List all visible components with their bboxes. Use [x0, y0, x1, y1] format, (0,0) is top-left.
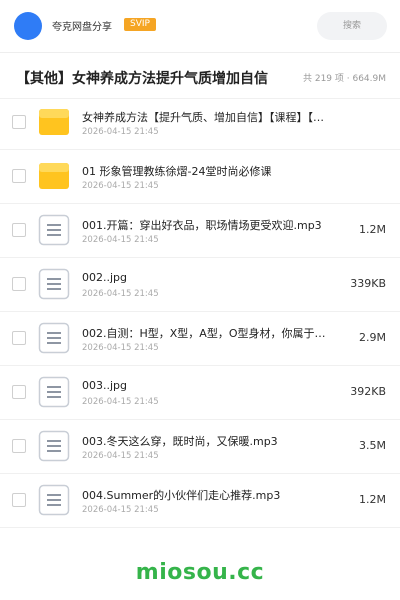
list-item[interactable]: 女神养成方法【提升气质、增加自信】【课程】【音频】 2026-04-15 21:…: [0, 96, 400, 150]
file-date: 2026-04-15 21:45: [82, 451, 159, 461]
file-list: 女神养成方法【提升气质、增加自信】【课程】【音频】 2026-04-15 21:…: [0, 96, 400, 528]
search-button[interactable]: 搜索: [317, 12, 387, 40]
list-item[interactable]: 001.开篇：穿出好衣品，职场情场更受欢迎.mp3 2026-04-15 21:…: [0, 204, 400, 258]
svip-badge: SVIP: [124, 18, 156, 31]
list-item[interactable]: 002.自测：H型，X型，A型，O型身材，你属于哪… 2026-04-15 21…: [0, 312, 400, 366]
select-checkbox[interactable]: [12, 277, 26, 291]
brand-name: 夸克网盘分享: [52, 22, 112, 33]
file-name: 001.开篇：穿出好衣品，职场情场更受欢迎.mp3: [82, 219, 322, 232]
list-item[interactable]: 003..jpg 2026-04-15 21:45 392KB: [0, 366, 400, 420]
select-checkbox[interactable]: [12, 385, 26, 399]
file-summary: 共 219 项 · 664.9M: [302, 74, 386, 84]
file-size: 1.2M: [359, 223, 386, 236]
select-checkbox[interactable]: [12, 331, 26, 345]
file-name: 女神养成方法【提升气质、增加自信】【课程】【音频】: [82, 111, 332, 124]
file-name: 002.自测：H型，X型，A型，O型身材，你属于哪…: [82, 327, 332, 340]
file-date: 2026-04-15 21:45: [82, 397, 159, 407]
file-date: 2026-04-15 21:45: [82, 127, 159, 137]
file-name: 01 形象管理教练徐熠-24堂时尚必修课: [82, 165, 272, 178]
file-name: 003.冬天这么穿，既时尚，又保暖.mp3: [82, 435, 278, 448]
file-size: 339KB: [350, 277, 386, 290]
list-item[interactable]: 004.Summer的小伙伴们走心推荐.mp3 2026-04-15 21:45…: [0, 474, 400, 528]
file-size: 1.2M: [359, 493, 386, 506]
title-bar: 【其他】女神养成方法提升气质增加自信 共 219 项 · 664.9M: [0, 58, 400, 99]
site-watermark: miosou.cc: [135, 560, 265, 585]
file-date: 2026-04-15 21:45: [82, 181, 159, 191]
file-name: 004.Summer的小伙伴们走心推荐.mp3: [82, 489, 281, 502]
select-checkbox[interactable]: [12, 439, 26, 453]
file-size: 3.5M: [359, 439, 386, 452]
select-checkbox[interactable]: [12, 223, 26, 237]
file-date: 2026-04-15 21:45: [82, 235, 159, 245]
document-icon: [38, 430, 70, 462]
app-header: 夸克网盘分享 SVIP 搜索: [0, 0, 400, 53]
list-item[interactable]: 002..jpg 2026-04-15 21:45 339KB: [0, 258, 400, 312]
avatar[interactable]: [14, 12, 42, 40]
list-item[interactable]: 01 形象管理教练徐熠-24堂时尚必修课 2026-04-15 21:45: [0, 150, 400, 204]
file-name: 002..jpg: [82, 271, 128, 284]
select-checkbox[interactable]: [12, 493, 26, 507]
document-icon: [38, 376, 70, 408]
select-checkbox[interactable]: [12, 115, 26, 129]
document-icon: [38, 214, 70, 246]
folder-icon: [39, 109, 69, 135]
folder-icon: [39, 163, 69, 189]
list-item[interactable]: 003.冬天这么穿，既时尚，又保暖.mp3 2026-04-15 21:45 3…: [0, 420, 400, 474]
page-title: 【其他】女神养成方法提升气质增加自信: [16, 71, 268, 87]
file-size: 392KB: [350, 385, 386, 398]
file-name: 003..jpg: [82, 379, 128, 392]
file-date: 2026-04-15 21:45: [82, 343, 159, 353]
file-date: 2026-04-15 21:45: [82, 289, 159, 299]
document-icon: [38, 322, 70, 354]
file-size: 2.9M: [359, 331, 386, 344]
select-checkbox[interactable]: [12, 169, 26, 183]
document-icon: [38, 268, 70, 300]
document-icon: [38, 484, 70, 516]
file-date: 2026-04-15 21:45: [82, 505, 159, 515]
